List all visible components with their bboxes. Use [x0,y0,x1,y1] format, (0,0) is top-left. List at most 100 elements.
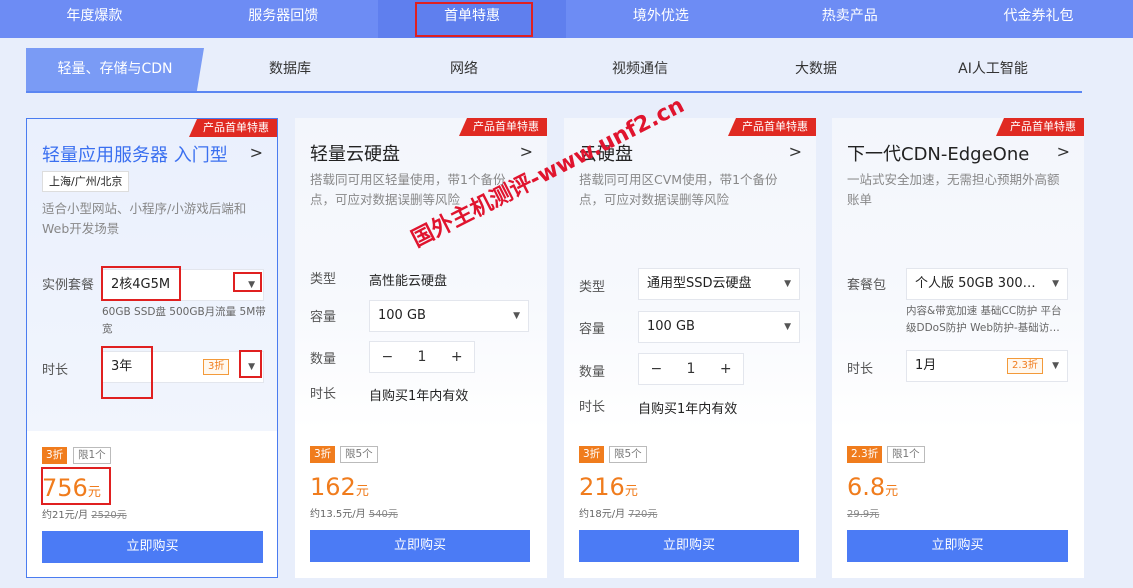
duration-value: 3年 [111,359,133,374]
price: 756元 [42,474,101,502]
duration-discount-tag: 2.3折 [1007,358,1043,374]
chevron-right-icon[interactable]: > [789,142,802,161]
duration-value: 自购买1年内有效 [638,402,738,417]
quantity-stepper[interactable]: − 1 + [638,353,744,385]
sub-tab-video[interactable]: 视频通信 [552,48,728,91]
quantity-value[interactable]: 1 [405,342,440,372]
chevron-down-icon[interactable]: ▼ [784,269,791,299]
type-label: 类型 [579,280,606,295]
top-tab-voucher[interactable]: 代金券礼包 [944,0,1133,38]
top-tab-annual[interactable]: 年度爆款 [0,0,189,38]
capacity-label: 容量 [579,322,606,337]
card-title[interactable]: 云硬盘 [579,140,633,166]
product-card-lighthouse: 产品首单特惠 轻量应用服务器 入门型 > 上海/广州/北京 适合小型网站、小程序… [26,118,278,578]
card-title[interactable]: 轻量应用服务器 入门型 [42,141,228,167]
top-tab-first-order[interactable]: 首单特惠 [377,0,567,38]
chevron-right-icon[interactable]: > [1057,142,1070,161]
package-value: 个人版 50GB 300… [915,276,1036,291]
package-spec: 内容&带宽加速 基础CC防护 平台 [906,305,1062,317]
chevron-down-icon[interactable]: ▼ [1052,269,1059,299]
first-order-ribbon: 产品首单特惠 [996,118,1084,136]
discount-badge: 2.3折 [847,446,883,463]
minus-button[interactable]: − [639,354,674,384]
type-label: 类型 [310,272,337,287]
limit-badge: 限5个 [340,446,378,463]
limit-badge: 限1个 [73,447,111,464]
region-tag: 上海/广州/北京 [42,171,130,192]
plus-button[interactable]: + [708,354,743,384]
discount-badge: 3折 [310,446,336,463]
quantity-value[interactable]: 1 [674,354,709,384]
top-tab-hot[interactable]: 热卖产品 [755,0,944,38]
type-value: 通用型SSD云硬盘 [647,276,752,291]
duration-select[interactable]: 1月 ▼ [906,350,1068,382]
package-label: 套餐包 [847,278,887,293]
quantity-label: 数量 [579,365,606,380]
duration-value: 1月 [915,358,937,373]
price: 216元 [579,473,638,501]
price-detail: 约21元/月 2520元 [42,510,127,521]
plan-spec: 60GB SSD盘 500GB月流量 5M带宽 [102,306,266,335]
price: 162元 [310,473,369,501]
package-select[interactable]: 个人版 50GB 300… ▼ [906,268,1068,300]
sub-tab-network[interactable]: 网络 [376,48,552,91]
type-select[interactable]: 通用型SSD云硬盘 ▼ [638,268,800,300]
capacity-value: 100 GB [647,319,695,334]
capacity-value: 100 GB [378,308,426,323]
quantity-label: 数量 [310,352,337,367]
product-card-cloud-disk: 产品首单特惠 云硬盘 > 搭载同可用区CVM使用，带1个备份点，可应对数据误删等… [564,118,816,578]
duration-value: 自购买1年内有效 [369,389,469,404]
buy-button[interactable]: 立即购买 [42,531,263,563]
duration-label: 时长 [579,400,606,415]
capacity-select[interactable]: 100 GB ▼ [638,311,800,343]
plus-button[interactable]: + [439,342,474,372]
price-detail: 29.9元 [847,509,880,520]
buy-button[interactable]: 立即购买 [310,530,530,562]
sub-tab-bigdata[interactable]: 大数据 [728,48,904,91]
discount-badge: 3折 [42,447,68,464]
chevron-down-icon[interactable]: ▼ [513,301,520,331]
limit-badge: 限5个 [609,446,647,463]
product-card-edgeone: 产品首单特惠 下一代CDN-EdgeOne > 一站式安全加速，无需担心预期外高… [832,118,1084,578]
card-description: 搭载同可用区轻量使用，带1个备份点，可应对数据误删等风险 [310,172,506,207]
card-description: 搭载同可用区CVM使用，带1个备份点，可应对数据误删等风险 [579,172,778,207]
card-description: 一站式安全加速，无需担心预期外高额账单 [847,172,1060,207]
sub-tab-database[interactable]: 数据库 [204,48,376,91]
chevron-down-icon[interactable]: ▼ [1052,351,1059,381]
duration-label: 时长 [310,387,337,402]
duration-discount-tag: 3折 [203,359,230,375]
sub-tab-ai[interactable]: AI人工智能 [904,48,1082,91]
sub-tab-lighthouse-storage-cdn[interactable]: 轻量、存储与CDN [26,48,204,91]
chevron-down-icon[interactable]: ▼ [248,270,255,300]
chevron-right-icon[interactable]: > [250,143,263,162]
card-title[interactable]: 下一代CDN-EdgeOne [847,140,1029,166]
card-description: 适合小型网站、小程序/小游戏后端和Web开发场景 [42,201,247,236]
price-detail: 约13.5元/月 540元 [310,509,398,520]
price: 6.8元 [847,473,899,501]
first-order-ribbon: 产品首单特惠 [189,119,277,137]
top-tab-overseas[interactable]: 境外优选 [566,0,755,38]
quantity-stepper[interactable]: − 1 + [369,341,475,373]
chevron-down-icon[interactable]: ▼ [784,312,791,342]
capacity-select[interactable]: 100 GB ▼ [369,300,529,332]
duration-select[interactable]: 3年 ▼ [102,351,264,383]
plan-label: 实例套餐 [42,278,95,293]
sub-nav: 轻量、存储与CDN 数据库 网络 视频通信 大数据 AI人工智能 [26,48,1082,93]
discount-badge: 3折 [579,446,605,463]
top-tab-server-rewards[interactable]: 服务器回馈 [189,0,378,38]
chevron-down-icon[interactable]: ▼ [248,352,255,382]
type-value: 高性能云硬盘 [369,274,448,289]
product-card-lighthouse-disk: 产品首单特惠 轻量云硬盘 > 搭载同可用区轻量使用，带1个备份点，可应对数据误删… [295,118,547,578]
minus-button[interactable]: − [370,342,405,372]
limit-badge: 限1个 [887,446,925,463]
chevron-right-icon[interactable]: > [520,142,533,161]
card-title[interactable]: 轻量云硬盘 [310,140,400,166]
buy-button[interactable]: 立即购买 [847,530,1068,562]
plan-value: 2核4G5M [111,277,171,292]
duration-label: 时长 [42,363,69,378]
first-order-ribbon: 产品首单特惠 [728,118,816,136]
package-spec: 级DDoS防护 Web防护-基础访… [906,322,1060,334]
buy-button[interactable]: 立即购买 [579,530,799,562]
plan-select[interactable]: 2核4G5M ▼ [102,269,264,301]
price-detail: 约18元/月 720元 [579,509,658,520]
